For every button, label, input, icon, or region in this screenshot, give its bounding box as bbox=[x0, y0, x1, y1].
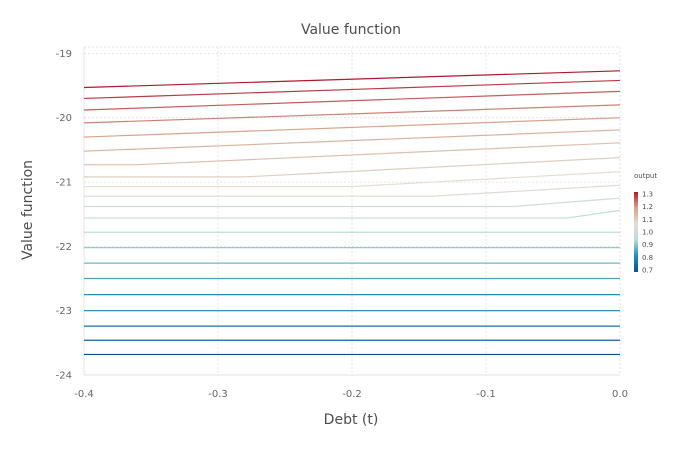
y-tick-label: -20 bbox=[56, 113, 72, 124]
x-tick-label: 0.0 bbox=[612, 389, 628, 400]
legend-tick-label: 0.8 bbox=[642, 254, 653, 262]
chart-title: Value function bbox=[301, 22, 401, 38]
colorbar bbox=[634, 192, 638, 272]
x-tick-labels: -0.4 -0.3 -0.2 -0.1 0.0 bbox=[74, 389, 628, 400]
x-tick-label: -0.2 bbox=[342, 389, 362, 400]
y-axis-label: Value function bbox=[20, 160, 36, 260]
series-line-output-1.30 bbox=[83, 70, 621, 89]
colorbar-legend: output 1.3 1.2 1.1 1.0 0.9 0.8 0.7 bbox=[634, 172, 657, 275]
legend-tick-label: 1.0 bbox=[642, 229, 653, 237]
x-tick-label: -0.1 bbox=[476, 389, 496, 400]
y-tick-labels: -19 -20 -21 -22 -23 -24 bbox=[56, 49, 72, 382]
legend-tick-label: 1.2 bbox=[642, 203, 653, 211]
x-axis-label: Debt (t) bbox=[324, 412, 379, 428]
x-tick-label: -0.4 bbox=[74, 389, 94, 400]
y-tick-label: -24 bbox=[56, 371, 72, 382]
y-tick-label: -19 bbox=[56, 49, 72, 60]
x-tick-label: -0.3 bbox=[208, 389, 228, 400]
legend-title: output bbox=[634, 172, 657, 180]
legend-tick-labels: 1.3 1.2 1.1 1.0 0.9 0.8 0.7 bbox=[642, 191, 653, 275]
value-function-chart: Value function -0.4 -0.3 -0.2 -0.1 0.0 -19 -2… bbox=[20, 22, 657, 428]
legend-tick-label: 1.3 bbox=[642, 191, 653, 199]
y-tick-label: -23 bbox=[56, 306, 72, 317]
y-tick-label: -22 bbox=[56, 242, 72, 253]
legend-tick-label: 0.9 bbox=[642, 241, 653, 249]
y-tick-label: -21 bbox=[56, 178, 72, 189]
legend-tick-label: 0.7 bbox=[642, 267, 653, 275]
legend-tick-label: 1.1 bbox=[642, 216, 653, 224]
